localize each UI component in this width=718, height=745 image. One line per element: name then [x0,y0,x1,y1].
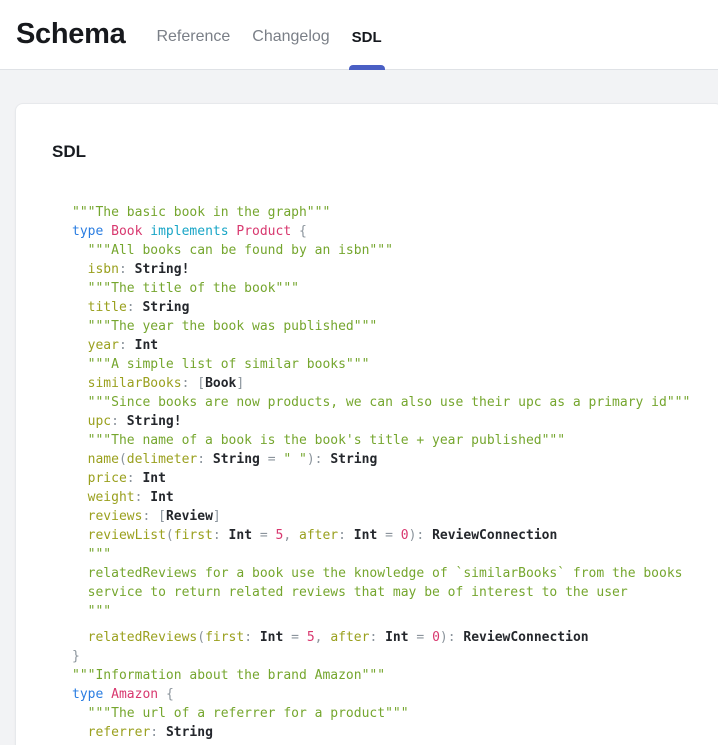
sdl-card: SDL """The basic book in the graph"""typ… [15,103,718,745]
code-line: isbn: String! [72,260,718,279]
tab-changelog-label: Changelog [252,28,329,46]
code-line: """ [72,602,718,621]
code-line: } [72,647,718,666]
code-line: service to return related reviews that m… [72,583,718,602]
code-line: referrer: String [72,723,718,742]
code-line: """The url of a referrer for a product""… [72,704,718,723]
active-tab-underline [349,65,385,70]
code-line: type Book implements Product { [72,222,718,241]
sdl-code-block: """The basic book in the graph"""type Bo… [72,203,718,745]
code-line: """All books can be found by an isbn""" [72,241,718,260]
code-line: """The title of the book""" [72,279,718,298]
code-line: title: String [72,298,718,317]
code-line: year: Int [72,336,718,355]
page-title: Schema [16,18,125,51]
code-line: """The basic book in the graph""" [72,203,718,222]
code-line: weight: Int [72,488,718,507]
code-line: relatedReviews for a book use the knowle… [72,564,718,583]
schema-header: Schema Reference Changelog SDL [0,0,718,70]
code-line: """A simple list of similar books""" [72,355,718,374]
tab-bar: Reference Changelog SDL [156,0,381,69]
code-line: """Information about the brand Amazon""" [72,666,718,685]
tab-sdl-label: SDL [352,29,382,46]
code-line: upc: String! [72,412,718,431]
code-line: price: Int [72,469,718,488]
tab-reference-label: Reference [156,28,230,46]
tab-sdl[interactable]: SDL [352,0,382,69]
card-heading: SDL [52,142,718,162]
code-line: name(delimeter: String = " "): String [72,450,718,469]
code-line: """ [72,545,718,564]
tab-reference[interactable]: Reference [156,0,230,69]
code-line: similarBooks: [Book] [72,374,718,393]
tab-changelog[interactable]: Changelog [252,0,329,69]
code-line: relatedReviews(first: Int = 5, after: In… [72,628,718,647]
page-body: SDL """The basic book in the graph"""typ… [0,70,718,745]
code-line: type Amazon { [72,685,718,704]
code-line: reviewList(first: Int = 5, after: Int = … [72,526,718,545]
code-line: """The name of a book is the book's titl… [72,431,718,450]
code-line: """The year the book was published""" [72,317,718,336]
code-line: reviews: [Review] [72,507,718,526]
code-line: """Since books are now products, we can … [72,393,718,412]
